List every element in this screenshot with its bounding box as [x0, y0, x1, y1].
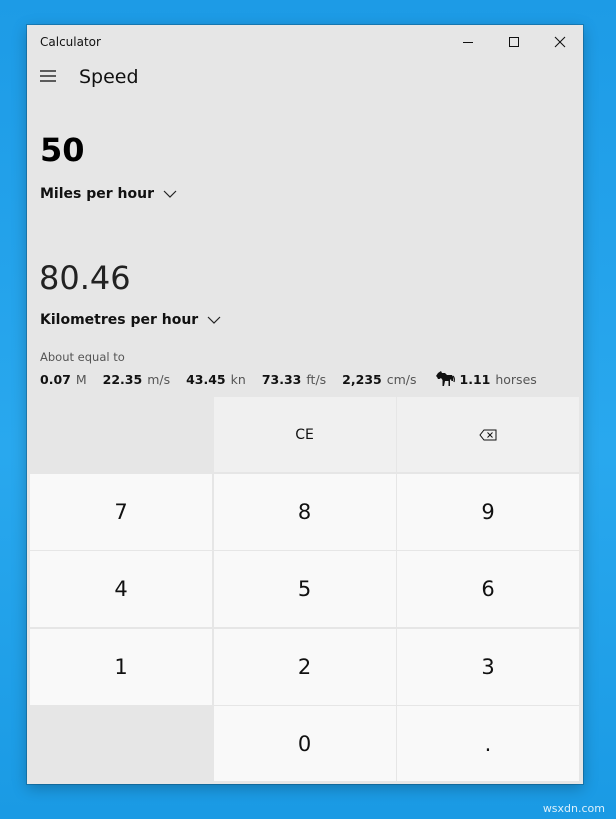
to-unit-dropdown[interactable]: Kilometres per hour [40, 312, 221, 328]
equivalent-item: 43.45 kn [186, 372, 246, 387]
close-icon [554, 36, 566, 48]
digit-8-button[interactable]: 8 [213, 473, 396, 550]
horse-icon [433, 370, 455, 388]
equivalent-unit: kn [230, 371, 246, 387]
equivalent-item: 22.35 m/s [103, 372, 170, 387]
from-unit-dropdown[interactable]: Miles per hour [40, 186, 177, 202]
minimize-icon [463, 42, 473, 43]
digit-0-button[interactable]: 0 [213, 706, 396, 781]
equivalent-unit: M [75, 371, 87, 387]
clear-entry-button[interactable]: CE [213, 397, 396, 472]
digit-3-button[interactable]: 3 [397, 628, 579, 705]
calculator-window: Calculator Speed 50 Miles per hour 80.46… [27, 25, 583, 784]
digit-4-button[interactable]: 4 [30, 551, 212, 627]
equivalent-value: 73.33 [261, 371, 302, 387]
equivalent-unit: ft/s [306, 371, 327, 387]
chevron-down-icon [207, 316, 221, 324]
equivalent-value: 22.35 [102, 371, 143, 387]
equivalent-item: 73.33 ft/s [262, 372, 326, 387]
maximize-icon [509, 37, 519, 47]
title-bar[interactable]: Calculator [27, 25, 583, 59]
backspace-button[interactable] [397, 397, 579, 472]
equivalent-item: 0.07 M [40, 372, 87, 387]
input-value[interactable]: 50 [40, 131, 85, 169]
decimal-point-button[interactable]: . [397, 706, 579, 781]
digit-6-button[interactable]: 6 [397, 551, 579, 627]
mode-title: Speed [79, 66, 139, 88]
digit-2-button[interactable]: 2 [213, 628, 396, 705]
backspace-icon [479, 429, 497, 440]
equivalents-list: 0.07 M 22.35 m/s 43.45 kn 73.33 ft/s 2,2… [40, 370, 553, 388]
navigation-menu-button[interactable] [35, 63, 61, 89]
hamburger-icon [40, 70, 56, 82]
keypad: CE 7 8 9 4 5 6 1 2 3 0 . [30, 397, 579, 781]
watermark-text: wsxdn.com [542, 802, 605, 815]
digit-5-button[interactable]: 5 [213, 551, 396, 627]
from-unit-label: Miles per hour [40, 186, 154, 202]
digit-7-button[interactable]: 7 [30, 473, 212, 550]
equivalent-value: 1.11 [459, 371, 491, 387]
minimize-button[interactable] [445, 25, 491, 59]
close-button[interactable] [537, 25, 583, 59]
maximize-button[interactable] [491, 25, 537, 59]
window-title: Calculator [40, 35, 101, 49]
equivalent-unit: horses [495, 371, 537, 387]
equivalent-item: 2,235 cm/s [342, 372, 416, 387]
digit-9-button[interactable]: 9 [397, 473, 579, 550]
equivalent-value: 43.45 [186, 371, 226, 387]
to-unit-label: Kilometres per hour [40, 312, 199, 328]
equivalent-unit: cm/s [386, 371, 417, 387]
empty-key-slot [30, 706, 212, 781]
equivalent-unit: m/s [147, 371, 171, 387]
digit-1-button[interactable]: 1 [30, 628, 212, 705]
empty-key-slot [30, 397, 212, 472]
equivalent-item: 1.11 horses [433, 370, 537, 388]
about-equal-label: About equal to [40, 350, 125, 364]
chevron-down-icon [163, 190, 177, 198]
output-value[interactable]: 80.46 [39, 259, 131, 297]
equivalent-value: 2,235 [342, 371, 382, 387]
equivalent-value: 0.07 [40, 371, 71, 387]
